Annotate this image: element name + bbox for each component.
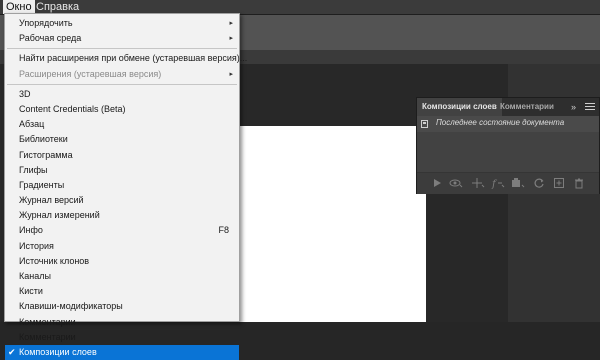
submenu-arrow-icon: ▸ [229,70,233,78]
menu-item-label: Упорядочить [19,18,73,28]
menu-separator [7,48,237,50]
menu-item-label: Каналы [19,271,51,281]
menu-item-журнал-версий[interactable]: Журнал версий [5,193,239,208]
menu-item-инфо[interactable]: Инфо F8 [5,223,239,238]
menu-item-label: Библиотеки [19,134,68,145]
menu-separator [7,83,237,85]
menu-item-label: Кисти [19,286,43,297]
tab-layer-comps[interactable]: Композиции слоев [417,98,502,116]
menu-item-библиотеки[interactable]: Библиотеки [5,132,239,147]
update-smart-object-icon[interactable] [511,177,525,189]
document-canvas[interactable] [236,126,426,322]
menu-item-найти-расширения-при-обмене-устаревшая-версия[interactable]: Найти расширения при обмене (устаревшая … [5,51,247,66]
menu-item-label: Клавиши-модификаторы [19,301,123,312]
tab-comments[interactable]: Комментарии [495,98,559,116]
checkmark-icon: ✔ [8,346,16,357]
menu-item-композиции-слоев[interactable]: ✔ Композиции слоев [5,344,239,360]
menu-item-рабочая-среда[interactable]: Рабочая среда ▸ [5,31,239,46]
menu-item-label: История [19,240,54,251]
menu-item-комментарии[interactable]: Комментарии [5,330,239,345]
last-document-state-label: Последнее состояние документа [436,118,565,127]
menu-item-история[interactable]: История [5,239,239,254]
menu-item-клавиши-модификаторы[interactable]: Клавиши-модификаторы [5,299,239,314]
menu-item-label: Инфо [19,225,43,236]
panel-menu-icon[interactable] [585,103,595,111]
document-state-icon [421,120,428,128]
svg-text:f: f [491,179,498,189]
menu-item-label: Расширения (устаревшая версия) [19,68,162,79]
update-appearance-icon[interactable]: f [491,177,505,189]
menu-item-label: Глифы [19,164,48,175]
panel-tab-bar: Композиции слоев Комментарии » [417,98,599,116]
menu-item-абзац[interactable]: Абзац [5,117,239,132]
panel-bottom-toolbar: f [417,172,599,194]
menu-item-3d[interactable]: 3D [5,87,239,102]
menu-item-градиенты[interactable]: Градиенты [5,178,239,193]
menu-item-label: Журнал версий [19,195,84,206]
menu-item-label: Content Credentials (Beta) [19,103,126,114]
menu-item-content-credentials-beta[interactable]: Content Credentials (Beta) [5,102,239,117]
menu-item-label: Комментарии [19,331,76,342]
menu-item-label: Найти расширения при обмене (устаревшая … [19,53,248,64]
menu-item-label: Градиенты [19,179,65,190]
menu-item-label: Рабочая среда [19,33,82,44]
menubar-item-help[interactable]: Справка [33,0,82,14]
collapse-panel-icon[interactable]: » [571,98,576,116]
menu-item-комментарии[interactable]: Комментарии [5,315,239,330]
shortcut-label: F8 [218,225,229,236]
menu-item-кисти[interactable]: Кисти [5,284,239,299]
menu-item-label: Гистограмма [19,149,73,160]
update-visibility-icon[interactable] [449,177,463,189]
menu-item-label: Композиции слоев [19,346,97,357]
last-document-state-row[interactable]: Последнее состояние документа [417,116,599,132]
menu-item-гистограмма[interactable]: Гистограмма [5,148,239,163]
play-icon[interactable] [431,177,443,189]
new-comp-icon[interactable] [553,177,565,189]
menu-item-журнал-измерений[interactable]: Журнал измерений [5,208,239,223]
menu-item-расширения-устаревшая-версия: Расширения (устаревшая версия) ▸ [5,67,239,82]
menu-item-каналы[interactable]: Каналы [5,269,239,284]
trash-icon[interactable] [573,177,585,189]
menu-item-глифы[interactable]: Глифы [5,163,239,178]
menu-item-label: Журнал измерений [19,210,100,221]
update-position-icon[interactable] [471,177,485,189]
refresh-icon[interactable] [533,177,545,189]
submenu-arrow-icon: ▸ [229,35,233,43]
layer-comps-panel: Композиции слоев Комментарии » Последнее… [416,97,600,194]
menu-item-источник-клонов[interactable]: Источник клонов [5,254,239,269]
menu-item-label: Источник клонов [19,255,90,266]
window-menu: Упорядочить ▸ Рабочая среда ▸ Найти расшире… [4,13,247,360]
menubar-item-window[interactable]: Окно [3,0,35,14]
menu-item-упорядочить[interactable]: Упорядочить ▸ [5,16,239,31]
submenu-arrow-icon: ▸ [229,20,233,27]
menu-item-label: Абзац [19,119,45,130]
menu-item-label: 3D [19,88,31,99]
